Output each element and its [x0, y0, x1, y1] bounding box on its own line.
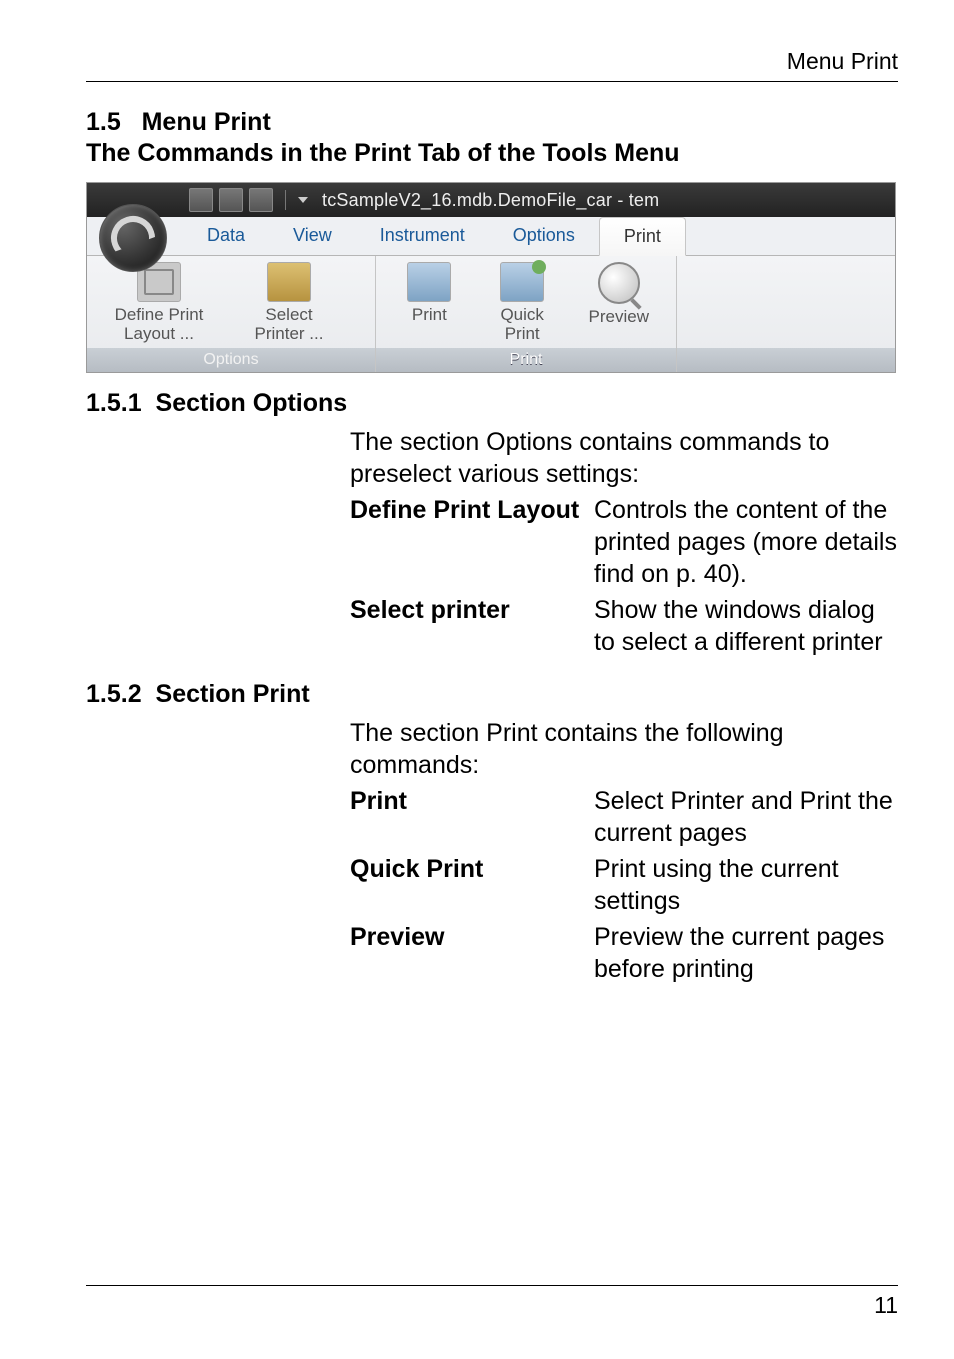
- section-subtitle: The Commands in the Print Tab of the Too…: [86, 139, 898, 168]
- preview-button[interactable]: Preview: [580, 262, 658, 345]
- tab-data[interactable]: Data: [183, 217, 269, 255]
- definition-desc: Preview the current pages before printin…: [594, 921, 898, 985]
- quick-print-button[interactable]: Quick Print: [487, 262, 558, 343]
- preview-icon: [598, 262, 640, 304]
- ribbon-group-options: Define Print Layout ... Select Printer .…: [87, 256, 376, 372]
- quick-print-icon: [500, 262, 544, 302]
- page-number: 11: [874, 1292, 898, 1318]
- ribbon-screenshot: tcSampleV2_16.mdb.DemoFile_car - tem Dat…: [86, 182, 896, 373]
- tab-view[interactable]: View: [269, 217, 356, 255]
- qat-icon-1[interactable]: [189, 188, 213, 212]
- subsection-number: 1.5.1: [86, 389, 142, 417]
- printer-icon: [267, 262, 311, 302]
- subsection-title: Section Options: [156, 389, 348, 417]
- definition-row: Print Select Printer and Print the curre…: [350, 785, 898, 849]
- define-print-layout-button[interactable]: Define Print Layout ...: [105, 262, 213, 343]
- btn-label: Print: [412, 306, 447, 325]
- definition-row: Quick Print Print using the current sett…: [350, 853, 898, 917]
- definition-term: Select printer: [350, 594, 594, 658]
- definition-desc: Select Printer and Print the current pag…: [594, 785, 898, 849]
- btn-label: Printer ...: [255, 325, 324, 344]
- tab-instrument[interactable]: Instrument: [356, 217, 489, 255]
- tab-options[interactable]: Options: [489, 217, 599, 255]
- btn-label: Layout ...: [124, 325, 194, 344]
- subsection-1-5-1: 1.5.1 Section Options: [86, 389, 898, 418]
- page-footer: 11: [86, 1285, 898, 1319]
- definition-row: Define Print Layout Controls the content…: [350, 494, 898, 590]
- print-button[interactable]: Print: [394, 262, 465, 343]
- subsection-title: Section Print: [156, 680, 310, 708]
- qat-icon-3[interactable]: [249, 188, 273, 212]
- definition-term: Print: [350, 785, 594, 849]
- group-footer-options: Options: [87, 348, 375, 372]
- qat-divider: [285, 190, 286, 210]
- quick-access-toolbar: [183, 188, 273, 212]
- print-icon: [407, 262, 451, 302]
- btn-label: Select: [265, 306, 312, 325]
- section-title: Menu Print: [142, 108, 271, 136]
- definition-term: Quick Print: [350, 853, 594, 917]
- group-footer-print: Print: [376, 348, 676, 372]
- btn-label: Preview: [589, 308, 649, 327]
- qat-customize-dropdown-icon[interactable]: [298, 197, 308, 203]
- btn-label: Define Print: [115, 306, 204, 325]
- running-header: Menu Print: [86, 48, 898, 82]
- definition-desc: Show the windows dialog to select a diff…: [594, 594, 898, 658]
- ribbon-tab-strip: Data View Instrument Options Print: [87, 217, 895, 256]
- definition-desc: Print using the current settings: [594, 853, 898, 917]
- definition-desc: Controls the content of the printed page…: [594, 494, 898, 590]
- definition-term: Define Print Layout: [350, 494, 594, 590]
- office-orb-button[interactable]: [99, 204, 167, 272]
- btn-label: Quick: [500, 306, 543, 325]
- tab-print[interactable]: Print: [599, 217, 686, 256]
- section-number: 1.5: [86, 108, 121, 136]
- definition-row: Preview Preview the current pages before…: [350, 921, 898, 985]
- section-heading: 1.5 Menu Print: [86, 108, 898, 137]
- definition-term: Preview: [350, 921, 594, 985]
- window-titlebar: tcSampleV2_16.mdb.DemoFile_car - tem: [87, 183, 895, 217]
- select-printer-button[interactable]: Select Printer ...: [235, 262, 343, 343]
- ribbon-empty-space: [677, 256, 895, 372]
- ribbon-content-row: Define Print Layout ... Select Printer .…: [87, 256, 895, 372]
- sub2-intro: The section Print contains the following…: [350, 717, 898, 781]
- sub1-intro: The section Options contains commands to…: [350, 426, 898, 490]
- qat-icon-2[interactable]: [219, 188, 243, 212]
- window-title-text: tcSampleV2_16.mdb.DemoFile_car - tem: [322, 190, 659, 211]
- definition-row: Select printer Show the windows dialog t…: [350, 594, 898, 658]
- subsection-number: 1.5.2: [86, 680, 142, 708]
- subsection-1-5-2: 1.5.2 Section Print: [86, 680, 898, 709]
- ribbon-group-print: Print Quick Print Preview Print: [376, 256, 677, 372]
- btn-label: Print: [505, 325, 540, 344]
